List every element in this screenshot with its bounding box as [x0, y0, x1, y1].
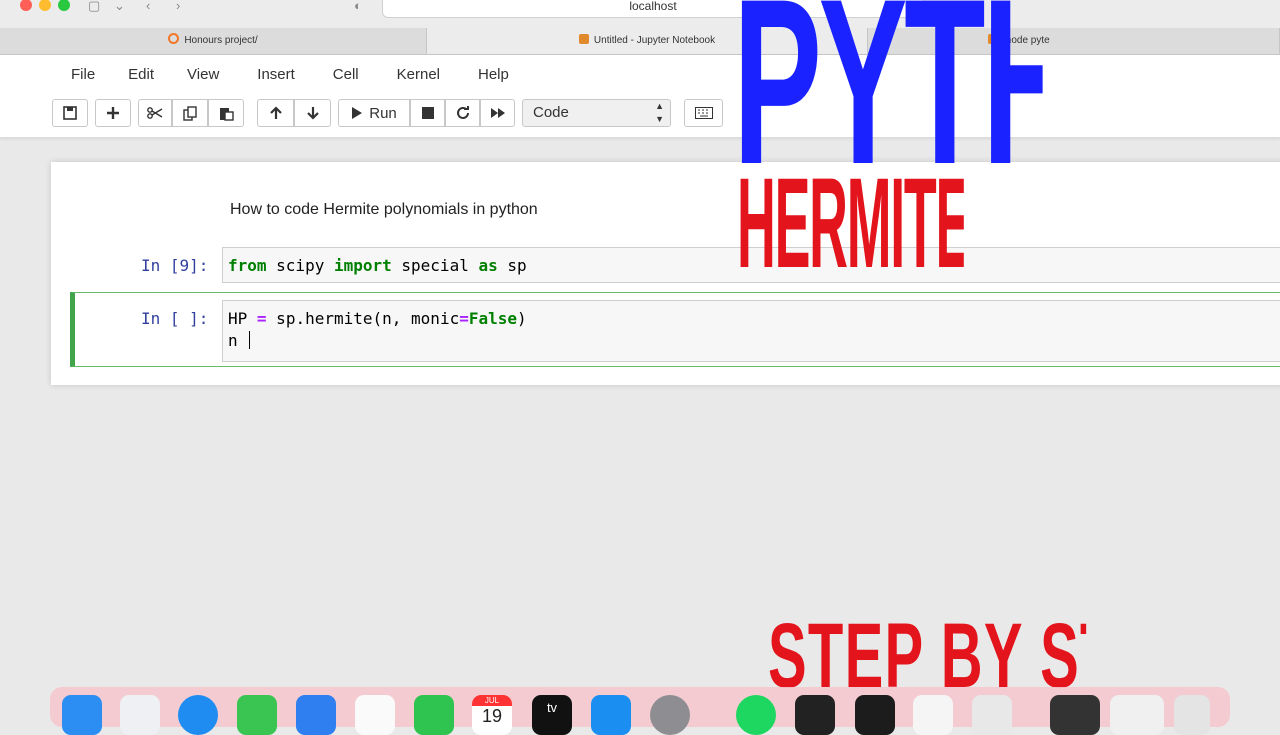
terminal-icon[interactable] — [795, 695, 835, 735]
overlay-footer: STEP BY STEP — [768, 616, 1086, 696]
text-cursor — [249, 331, 251, 349]
macos-dock: JUL 19 tv — [50, 687, 1230, 735]
cell-type-value: Code — [533, 104, 569, 121]
close-window-button[interactable] — [20, 0, 32, 11]
browser-tab-bar: Honours project/ Untitled - Jupyter Note… — [0, 28, 1280, 55]
restart-icon — [456, 106, 469, 119]
notebook-icon — [578, 34, 589, 44]
play-icon — [352, 107, 363, 119]
plus-icon — [107, 107, 119, 119]
trash-icon[interactable] — [1174, 695, 1210, 735]
run-label: Run — [369, 104, 397, 122]
chevron-down-icon[interactable]: ⌄ — [114, 0, 125, 14]
select-arrows-icon: ▲ ▼ — [655, 101, 664, 124]
menu-bar: File Edit View Insert Cell Kernel Help — [52, 57, 509, 93]
textedit-icon[interactable] — [972, 695, 1012, 735]
overlay-title: PYTHON — [733, 0, 1043, 170]
app-store-icon[interactable] — [591, 695, 631, 735]
menu-insert[interactable]: Insert — [257, 57, 295, 93]
overlay-subtitle: HERMITE POLYNOMIALS — [737, 166, 964, 281]
insert-cell-button[interactable] — [95, 99, 131, 127]
calendar-day: 19 — [481, 706, 503, 726]
restart-kernel-button[interactable] — [445, 99, 480, 127]
restart-run-all-button[interactable] — [480, 99, 515, 127]
apple-tv-icon[interactable]: tv — [532, 695, 572, 735]
system-preferences-icon[interactable] — [650, 695, 690, 735]
spotify-icon[interactable] — [736, 695, 776, 735]
shield-icon[interactable]: ◐ — [354, 0, 362, 13]
zoom-window-button[interactable] — [58, 0, 70, 11]
mail-icon[interactable] — [296, 695, 336, 735]
activity-monitor-icon[interactable] — [855, 695, 895, 735]
calendar-icon[interactable]: JUL 19 — [472, 695, 512, 735]
copy-icon — [182, 105, 197, 121]
paste-icon — [219, 107, 234, 121]
recent-window-thumbnail[interactable] — [1050, 695, 1100, 735]
cut-icon — [147, 107, 163, 119]
menu-cell[interactable]: Cell — [333, 57, 359, 93]
notebook-container: How to code Hermite polynomials in pytho… — [51, 162, 1280, 385]
paste-button[interactable] — [208, 99, 244, 127]
save-icon — [63, 106, 77, 120]
jupyter-header: File Edit View Insert Cell Kernel Help R… — [0, 55, 1280, 138]
facetime-icon[interactable] — [414, 695, 454, 735]
menu-view[interactable]: View — [187, 57, 219, 93]
cell-2-prompt: In [ ]: — [141, 309, 209, 328]
arrow-up-icon — [269, 106, 282, 119]
messages-icon[interactable] — [237, 695, 277, 735]
tab-honours-project[interactable]: Honours project/ — [0, 28, 427, 54]
run-button[interactable]: Run — [338, 99, 410, 127]
photos-icon[interactable] — [355, 695, 395, 735]
fast-forward-icon — [490, 108, 505, 118]
finder-icon[interactable] — [62, 695, 102, 735]
sidebar-icon[interactable]: ▢ — [88, 0, 100, 14]
command-palette-button[interactable] — [684, 99, 723, 127]
move-down-button[interactable] — [294, 99, 331, 127]
keyboard-icon — [694, 107, 713, 119]
interrupt-kernel-button[interactable] — [410, 99, 445, 127]
preview-icon[interactable] — [913, 695, 953, 735]
back-icon[interactable]: ‹ — [146, 0, 150, 13]
safari-icon[interactable] — [178, 695, 218, 735]
recent-window-thumbnail-2[interactable] — [1110, 695, 1164, 735]
menu-help[interactable]: Help — [478, 57, 509, 93]
forward-icon[interactable]: › — [176, 0, 180, 13]
calendar-month: JUL — [472, 695, 512, 706]
cell-1-prompt: In [9]: — [141, 256, 209, 275]
cell-type-select[interactable]: Code ▲ ▼ — [522, 99, 671, 127]
menu-edit[interactable]: Edit — [128, 57, 154, 93]
cell-2-code-input[interactable]: HP = sp.hermite(n, monic=False) n — [222, 300, 1280, 362]
launchpad-icon[interactable] — [120, 695, 160, 735]
menu-kernel[interactable]: Kernel — [397, 57, 440, 93]
markdown-cell[interactable]: How to code Hermite polynomials in pytho… — [230, 201, 538, 219]
address-text: localhost — [629, 0, 677, 13]
cut-button[interactable] — [138, 99, 172, 127]
minimize-window-button[interactable] — [39, 0, 51, 11]
jupyter-logo-icon — [168, 33, 180, 44]
copy-button[interactable] — [172, 99, 208, 127]
stop-icon — [421, 107, 434, 119]
browser-titlebar: ▢ ⌄ ‹ › ◐ localhost — [0, 0, 1280, 28]
arrow-down-icon — [306, 107, 319, 120]
move-up-button[interactable] — [257, 99, 294, 127]
menu-file[interactable]: File — [71, 57, 95, 93]
save-button[interactable] — [52, 99, 88, 127]
